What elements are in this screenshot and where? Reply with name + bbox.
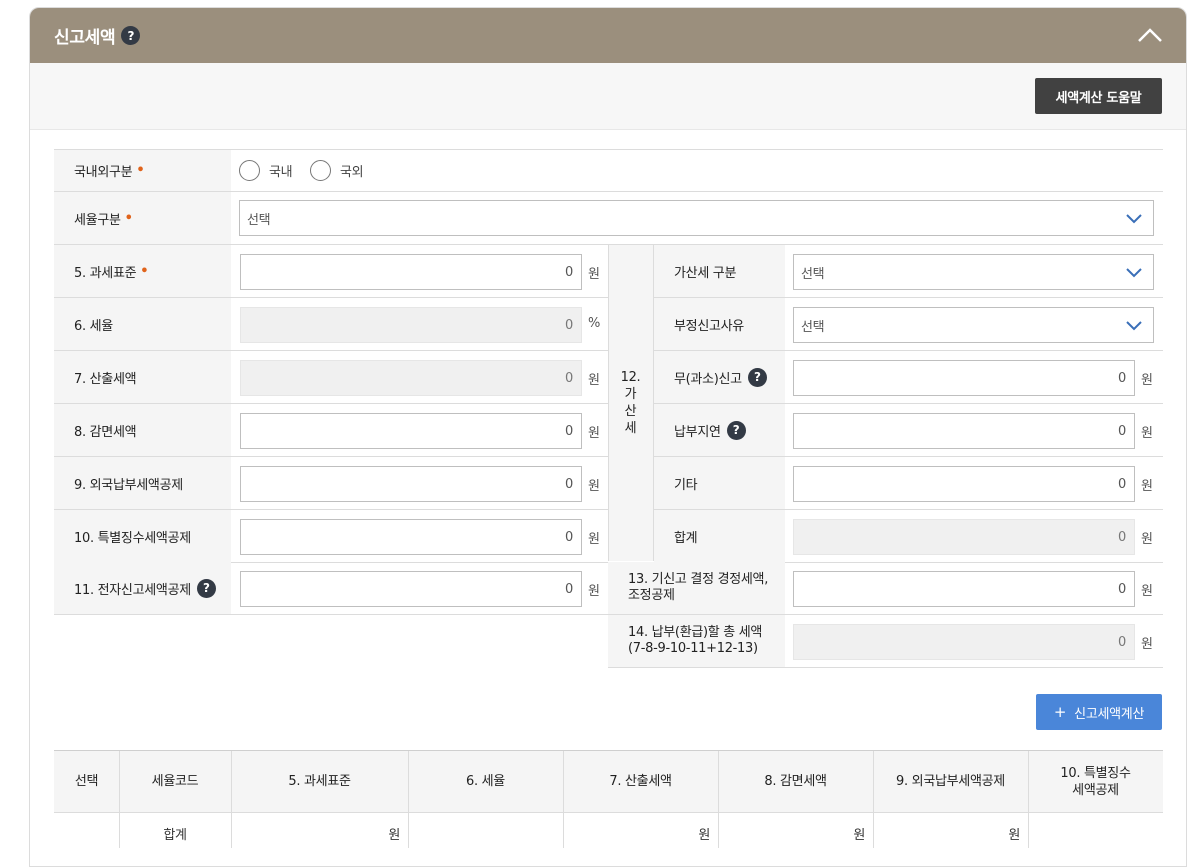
calc-tax-button[interactable]: + 신고세액계산 — [1036, 694, 1162, 730]
column-header: 세율코드 — [119, 751, 231, 812]
penalty-select[interactable]: 선택 — [793, 254, 1154, 290]
penalty-group-label: 12. 가 산 세 — [608, 245, 653, 561]
tax-rate-type-label: 세율구분 • — [54, 192, 231, 244]
unit-label: 원 — [588, 267, 600, 282]
unit-label: 원 — [588, 373, 600, 388]
penalty-row-label: 납부지연? — [654, 404, 785, 456]
total-label: 합계 — [163, 827, 187, 843]
panel-header: 신고세액 ? — [30, 8, 1186, 63]
radio-circle[interactable] — [239, 160, 260, 181]
row-label: 5. 과세표준 • — [54, 245, 231, 297]
collapse-chevron-up-icon[interactable] — [1136, 22, 1164, 48]
unit-label: 원 — [588, 426, 600, 441]
penalty-input[interactable]: 0 — [793, 466, 1135, 502]
penalty-row-label: 부정신고사유 — [654, 298, 785, 350]
chevron-down-icon — [1126, 268, 1142, 278]
radio-domestic[interactable]: 국내 — [239, 160, 293, 181]
total-cell: 원 — [698, 827, 710, 843]
amount-input: 0 — [240, 307, 582, 343]
radio-circle[interactable] — [310, 160, 331, 181]
amount-input: 0 — [240, 360, 582, 396]
unit-label: 원 — [1141, 532, 1153, 547]
total-cell: 원 — [1008, 827, 1020, 843]
penalty-row-label: 기타 — [654, 457, 785, 509]
row14-label: 14. 납부(환급)할 총 세액 (7-8-9-10-11+12-13) — [608, 615, 785, 667]
plus-icon: + — [1053, 703, 1067, 721]
penalty-row-label: 가산세 구분 — [654, 245, 785, 297]
total-cell: 원 — [853, 827, 865, 843]
row-label: 11. 전자신고세액공제? — [54, 562, 231, 614]
penalty-select[interactable]: 선택 — [793, 307, 1154, 343]
calc-help-button[interactable]: 세액계산 도움말 — [1035, 78, 1162, 114]
row13-input[interactable]: 0 — [793, 571, 1135, 607]
unit-label: 원 — [588, 584, 600, 599]
row-label: 10. 특별징수세액공제 — [54, 510, 231, 562]
unit-label: 원 — [1141, 373, 1153, 388]
unit-label: 원 — [588, 479, 600, 494]
unit-label: 원 — [1141, 479, 1153, 494]
row-label: 7. 산출세액 — [54, 351, 231, 403]
penalty-row-label: 무(과소)신고? — [654, 351, 785, 403]
unit-label: 원 — [588, 532, 600, 547]
column-header: 10. 특별징수 세액공제 — [1028, 751, 1163, 812]
row13-unit: 원 — [1141, 584, 1153, 599]
amount-input[interactable]: 0 — [240, 413, 582, 449]
row-label: 6. 세율 — [54, 298, 231, 350]
amount-input[interactable]: 0 — [240, 466, 582, 502]
row14-unit: 원 — [1141, 637, 1153, 652]
column-header: 8. 감면세액 — [718, 751, 873, 812]
penalty-row-label: 합계 — [654, 510, 785, 562]
penalty-input[interactable]: 0 — [793, 360, 1135, 396]
penalty-input[interactable]: 0 — [793, 413, 1135, 449]
column-header: 6. 세율 — [408, 751, 563, 812]
total-cell: 원 — [388, 827, 400, 843]
radio-foreign[interactable]: 국외 — [310, 160, 364, 181]
amount-input[interactable]: 0 — [240, 519, 582, 555]
chevron-down-icon — [1126, 214, 1142, 224]
penalty-input: 0 — [793, 519, 1135, 555]
column-header: 선택 — [54, 751, 119, 812]
amount-input[interactable]: 0 — [240, 254, 582, 290]
row14-input: 0 — [793, 624, 1135, 660]
chevron-down-icon — [1126, 321, 1142, 331]
domestic-label: 국내외구분 • — [54, 150, 231, 191]
row-label: 9. 외국납부세액공제 — [54, 457, 231, 509]
help-icon[interactable]: ? — [196, 578, 216, 598]
tax-rate-type-select[interactable]: 선택 — [239, 200, 1154, 236]
amount-input[interactable]: 0 — [240, 571, 582, 607]
column-header: 5. 과세표준 — [231, 751, 408, 812]
help-icon[interactable]: ? — [747, 367, 767, 387]
unit-label: 원 — [1141, 426, 1153, 441]
unit-label: % — [588, 316, 601, 331]
column-header: 9. 외국납부세액공제 — [873, 751, 1028, 812]
help-icon[interactable]: ? — [121, 26, 141, 45]
row13-label: 13. 기신고 결정 경정세액, 조정공제 — [608, 562, 785, 614]
toolbar: 세액계산 도움말 — [30, 63, 1186, 130]
row-label: 8. 감면세액 — [54, 404, 231, 456]
column-header: 7. 산출세액 — [563, 751, 718, 812]
help-icon[interactable]: ? — [726, 420, 746, 440]
panel-title: 신고세액 — [54, 28, 116, 48]
